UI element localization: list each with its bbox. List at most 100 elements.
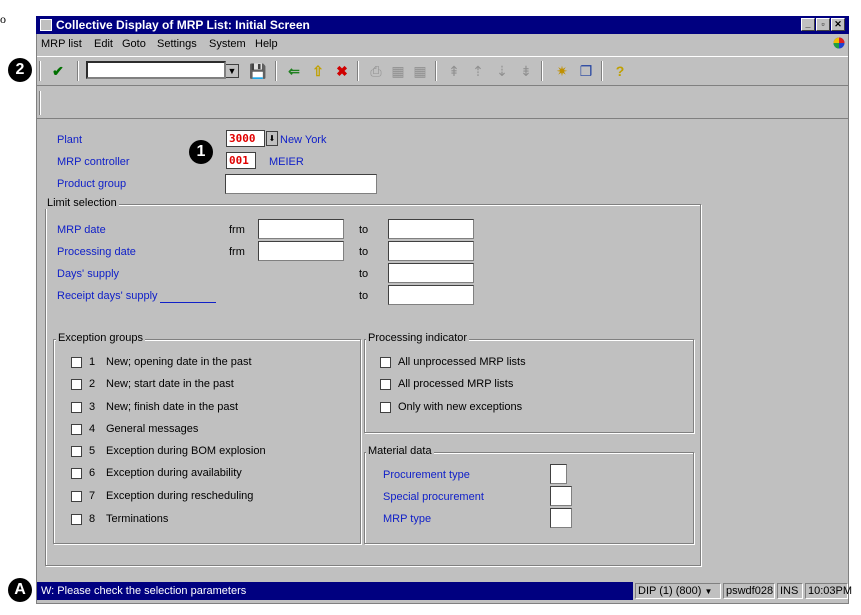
enter-check-icon[interactable]: ✔ xyxy=(49,62,67,80)
cancel-icon[interactable]: ✖ xyxy=(333,62,351,80)
callout-a: A xyxy=(8,578,32,602)
exception-group-3-label: New; finish date in the past xyxy=(106,401,239,413)
all-unprocessed-label: All unprocessed MRP lists xyxy=(398,356,526,368)
toolbar-separator xyxy=(435,61,437,81)
toolbar-separator xyxy=(275,61,277,81)
status-bar: W: Please check the selection parameters… xyxy=(37,582,852,600)
save-icon[interactable]: 💾 xyxy=(249,62,267,80)
processing-indicator-title: Processing indicator xyxy=(366,332,470,344)
shortcut-icon[interactable]: ❐ xyxy=(577,62,595,80)
callout-2: 2 xyxy=(8,58,32,82)
plant-description: New York xyxy=(280,134,327,146)
processing-date-from-field[interactable] xyxy=(258,241,344,261)
plant-possible-entries-button[interactable]: ⬇ xyxy=(266,131,278,146)
special-procurement-field[interactable] xyxy=(550,486,572,506)
only-new-exceptions-checkbox[interactable] xyxy=(380,402,391,413)
toolbar-separator xyxy=(601,61,603,81)
exception-group-8-number: 8 xyxy=(89,513,96,525)
exception-group-6-number: 6 xyxy=(89,467,96,479)
mrp-controller-label: MRP controller xyxy=(57,156,130,168)
menu-help[interactable]: Help xyxy=(255,38,278,50)
processing-date-to-label: to xyxy=(359,246,369,258)
exception-group-2-label: New; start date in the past xyxy=(106,378,234,390)
status-system[interactable]: DIP (1) (800) ▼ xyxy=(635,583,721,599)
menu-edit[interactable]: Edit xyxy=(94,38,113,50)
find-icon: ▦ xyxy=(391,63,405,79)
exception-group-7-label: Exception during rescheduling xyxy=(106,490,254,502)
all-unprocessed-checkbox[interactable] xyxy=(380,357,391,368)
menu-system[interactable]: System xyxy=(209,38,246,50)
exception-group-7-checkbox[interactable] xyxy=(71,491,82,502)
mrp-date-label: MRP date xyxy=(57,224,106,236)
menu-mrp-list[interactable]: MRP list xyxy=(41,38,82,50)
create-session-icon[interactable]: ✷ xyxy=(553,62,571,80)
application-toolbar xyxy=(37,87,848,119)
exception-group-6-label: Exception during availability xyxy=(106,467,242,479)
special-procurement-label: Special procurement xyxy=(383,491,484,503)
exception-group-2-number: 2 xyxy=(89,378,96,390)
minimize-button[interactable]: _ xyxy=(801,18,815,31)
processing-date-from-label: frm xyxy=(229,246,245,258)
menu-settings[interactable]: Settings xyxy=(157,38,197,50)
exception-group-2-checkbox[interactable] xyxy=(71,379,82,390)
product-group-field[interactable] xyxy=(225,174,377,194)
receipt-days-supply-to-field[interactable] xyxy=(388,285,474,305)
mrp-date-to-field[interactable] xyxy=(388,219,474,239)
only-new-exceptions-label: Only with new exceptions xyxy=(398,401,523,413)
stray-character: o xyxy=(0,12,6,26)
command-dropdown-icon[interactable]: ▼ xyxy=(225,64,239,78)
exception-group-3-number: 3 xyxy=(89,401,96,413)
title-bar: Collective Display of MRP List: Initial … xyxy=(36,16,849,34)
window-title: Collective Display of MRP List: Initial … xyxy=(56,18,310,32)
plant-label: Plant xyxy=(57,134,83,146)
close-window-button[interactable]: ✕ xyxy=(831,18,845,31)
status-system-dropdown-icon[interactable]: ▼ xyxy=(704,587,712,596)
help-icon[interactable]: ? xyxy=(611,62,629,80)
exception-group-4-number: 4 xyxy=(89,423,96,435)
mrp-controller-field[interactable]: 001 xyxy=(226,152,256,169)
product-group-label: Product group xyxy=(57,178,127,190)
exception-group-1-checkbox[interactable] xyxy=(71,357,82,368)
exception-group-8-checkbox[interactable] xyxy=(71,514,82,525)
mrp-date-from-field[interactable] xyxy=(258,219,344,239)
processing-date-label: Processing date xyxy=(57,246,136,258)
toolbar-separator xyxy=(39,61,41,81)
toolbar-separator xyxy=(357,61,359,81)
receipt-days-supply-to-label: to xyxy=(359,290,369,302)
first-page-icon: ⇞ xyxy=(448,63,460,79)
material-data-title: Material data xyxy=(366,445,434,457)
exception-group-1-label: New; opening date in the past xyxy=(106,356,252,368)
toolbar-separator xyxy=(39,91,41,115)
status-message[interactable]: W: Please check the selection parameters xyxy=(37,582,633,600)
receipt-days-supply-label: Receipt days' supply xyxy=(57,290,158,302)
command-field[interactable] xyxy=(86,61,226,79)
limit-selection-title: Limit selection xyxy=(45,197,119,209)
exception-group-1-number: 1 xyxy=(89,356,96,368)
days-supply-to-field[interactable] xyxy=(388,263,474,283)
exception-group-5-checkbox[interactable] xyxy=(71,446,82,457)
callout-1: 1 xyxy=(189,140,213,164)
last-page-icon: ⇟ xyxy=(520,63,532,79)
all-processed-label: All processed MRP lists xyxy=(398,378,514,390)
exit-icon[interactable]: ⇧ xyxy=(309,62,327,80)
status-insert-mode[interactable]: INS xyxy=(777,583,803,599)
back-icon[interactable]: ⇐ xyxy=(285,62,303,80)
exception-group-6-checkbox[interactable] xyxy=(71,468,82,479)
maximize-button[interactable]: ▫ xyxy=(816,18,830,31)
toolbar-separator xyxy=(541,61,543,81)
mrp-controller-description: MEIER xyxy=(269,156,304,168)
exception-group-7-number: 7 xyxy=(89,490,96,502)
mrp-type-label: MRP type xyxy=(383,513,432,525)
status-time: 10:03PM xyxy=(805,583,852,599)
mrp-date-to-label: to xyxy=(359,224,369,236)
days-supply-label: Days' supply xyxy=(57,268,120,280)
mrp-type-field[interactable] xyxy=(550,508,572,528)
plant-field[interactable]: 3000 xyxy=(226,130,265,147)
exception-group-4-checkbox[interactable] xyxy=(71,424,82,435)
processing-date-to-field[interactable] xyxy=(388,241,474,261)
menu-goto[interactable]: Goto xyxy=(122,38,146,50)
procurement-type-field[interactable] xyxy=(550,464,567,484)
all-processed-checkbox[interactable] xyxy=(380,379,391,390)
menu-bar: MRP list Edit Goto Settings System Help xyxy=(37,34,848,54)
exception-group-3-checkbox[interactable] xyxy=(71,402,82,413)
